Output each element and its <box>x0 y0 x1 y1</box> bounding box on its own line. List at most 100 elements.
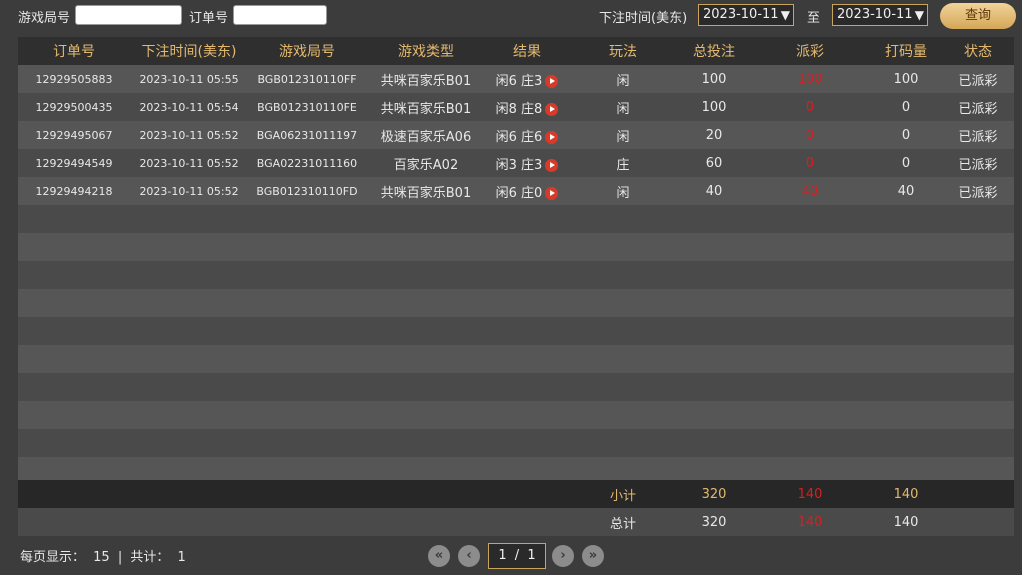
subtotal-rolling: 140 <box>893 486 919 502</box>
cell-bet: 100 <box>701 71 727 87</box>
total-row: 总计 320 140 140 <box>18 508 1014 536</box>
order-input[interactable] <box>233 5 327 25</box>
filter-bar: 游戏局号 订单号 下注时间(美东) 2023-10-11 ▼ 至 2023-10… <box>0 0 1022 34</box>
result-text: 闲6 庄6 <box>495 129 543 145</box>
result-text: 闲3 庄3 <box>495 157 543 173</box>
play-video-icon[interactable] <box>545 102 559 116</box>
dropdown-arrow-icon: ▼ <box>914 8 924 22</box>
header-cell: 下注时间(美东) <box>141 44 237 60</box>
cell-game: 共咪百家乐B01 <box>380 73 472 89</box>
header-cell: 玩法 <box>609 44 637 60</box>
header-cell: 派彩 <box>796 44 824 60</box>
play-video-icon[interactable] <box>545 130 559 144</box>
play-video-icon[interactable] <box>545 74 559 88</box>
page-indicator[interactable]: 1 / 1 <box>488 543 546 569</box>
cell-payout: 0 <box>805 155 815 171</box>
empty-row <box>18 233 1014 261</box>
date-from-select[interactable]: 2023-10-11 ▼ <box>698 4 794 26</box>
cell-order: 12929495067 <box>35 128 113 142</box>
table-header: 订单号 下注时间(美东) 游戏局号 游戏类型 结果 玩法 总投注 派彩 打码量 … <box>18 37 1014 65</box>
cell-status: 已派彩 <box>958 101 998 117</box>
cell-rolling: 0 <box>901 155 911 171</box>
cell-status: 已派彩 <box>958 157 998 173</box>
empty-row <box>18 401 1014 429</box>
header-cell: 游戏类型 <box>398 44 454 60</box>
result-text: 闲8 庄8 <box>495 101 543 117</box>
total-payout: 140 <box>797 514 823 530</box>
subtotal-row: 小计 320 140 140 <box>18 480 1014 508</box>
last-page-icon[interactable]: » <box>582 545 604 567</box>
cell-play: 闲 <box>616 101 630 117</box>
round-label: 游戏局号 <box>18 11 71 26</box>
query-button[interactable]: 查询 <box>940 3 1016 29</box>
cell-game: 百家乐A02 <box>393 157 459 173</box>
date-to-value: 2023-10-11 <box>837 7 913 22</box>
total-label: 总计 <box>609 516 636 532</box>
next-page-icon[interactable]: › <box>552 545 574 567</box>
round-input[interactable] <box>75 5 182 25</box>
cell-play: 闲 <box>616 185 630 201</box>
table-body: 12929505883 2023-10-11 05:55 BGB012310110F… <box>18 65 1014 485</box>
subtotal-payout: 140 <box>797 486 823 502</box>
total-count-value: 1 <box>177 550 186 565</box>
cell-time: 2023-10-11 05:52 <box>139 156 239 170</box>
empty-row <box>18 317 1014 345</box>
order-label: 订单号 <box>189 11 229 26</box>
empty-row <box>18 289 1014 317</box>
empty-row <box>18 429 1014 457</box>
result-text: 闲6 庄3 <box>495 73 543 89</box>
cell-status: 已派彩 <box>958 185 998 201</box>
cell-status: 已派彩 <box>958 129 998 145</box>
first-page-icon[interactable]: « <box>428 545 450 567</box>
cell-play: 庄 <box>616 157 630 173</box>
current-page: 1 <box>498 548 507 563</box>
cell-order: 12929505883 <box>35 72 113 86</box>
play-video-icon[interactable] <box>545 158 559 172</box>
separator: | <box>117 550 123 565</box>
to-label: 至 <box>807 11 821 26</box>
cell-round: BGA02231011160 <box>256 156 358 170</box>
cell-result: 闲6 庄0 <box>486 182 568 201</box>
table-row: 12929494218 2023-10-11 05:52 BGB012310110F… <box>18 177 1014 205</box>
cell-time: 2023-10-11 05:55 <box>139 72 239 86</box>
cell-bet: 60 <box>705 155 723 171</box>
date-to-select[interactable]: 2023-10-11 ▼ <box>832 4 928 26</box>
cell-play: 闲 <box>616 73 630 89</box>
cell-order: 12929500435 <box>35 100 113 114</box>
cell-order: 12929494218 <box>35 184 113 198</box>
header-cell: 游戏局号 <box>279 44 335 60</box>
cell-rolling: 0 <box>901 127 911 143</box>
result-text: 闲6 庄0 <box>495 185 543 201</box>
prev-page-icon[interactable]: ‹ <box>458 545 480 567</box>
subtotal-label: 小计 <box>609 488 636 504</box>
cell-rolling: 0 <box>901 99 911 115</box>
subtotal-bet: 320 <box>701 486 727 502</box>
cell-game: 极速百家乐A06 <box>380 129 472 145</box>
bets-table: 订单号 下注时间(美东) 游戏局号 游戏类型 结果 玩法 总投注 派彩 打码量 … <box>18 37 1014 485</box>
total-bet: 320 <box>701 514 727 530</box>
cell-bet: 100 <box>701 99 727 115</box>
table-row: 12929494549 2023-10-11 05:52 BGA0223101116… <box>18 149 1014 177</box>
header-cell: 订单号 <box>53 44 95 60</box>
empty-row <box>18 205 1014 233</box>
cell-payout: 100 <box>797 71 823 87</box>
page-info: 每页显示： 15 | 共计： 1 <box>20 546 186 565</box>
cell-bet: 40 <box>705 183 723 199</box>
total-rolling: 140 <box>893 514 919 530</box>
cell-bet: 20 <box>705 127 723 143</box>
dropdown-arrow-icon: ▼ <box>780 8 790 22</box>
per-page-label: 每页显示： <box>20 550 86 565</box>
cell-payout: 0 <box>805 99 815 115</box>
header-cell: 总投注 <box>693 44 735 60</box>
table-row: 12929500435 2023-10-11 05:54 BGB012310110F… <box>18 93 1014 121</box>
play-video-icon[interactable] <box>545 186 559 200</box>
cell-payout: 0 <box>805 127 815 143</box>
cell-result: 闲3 庄3 <box>486 154 568 173</box>
table-row: 12929505883 2023-10-11 05:55 BGB012310110F… <box>18 65 1014 93</box>
cell-round: BGB012310110FE <box>257 100 357 114</box>
cell-game: 共咪百家乐B01 <box>380 185 472 201</box>
cell-rolling: 100 <box>893 71 919 87</box>
date-from-value: 2023-10-11 <box>703 7 779 22</box>
cell-play: 闲 <box>616 129 630 145</box>
empty-row <box>18 373 1014 401</box>
